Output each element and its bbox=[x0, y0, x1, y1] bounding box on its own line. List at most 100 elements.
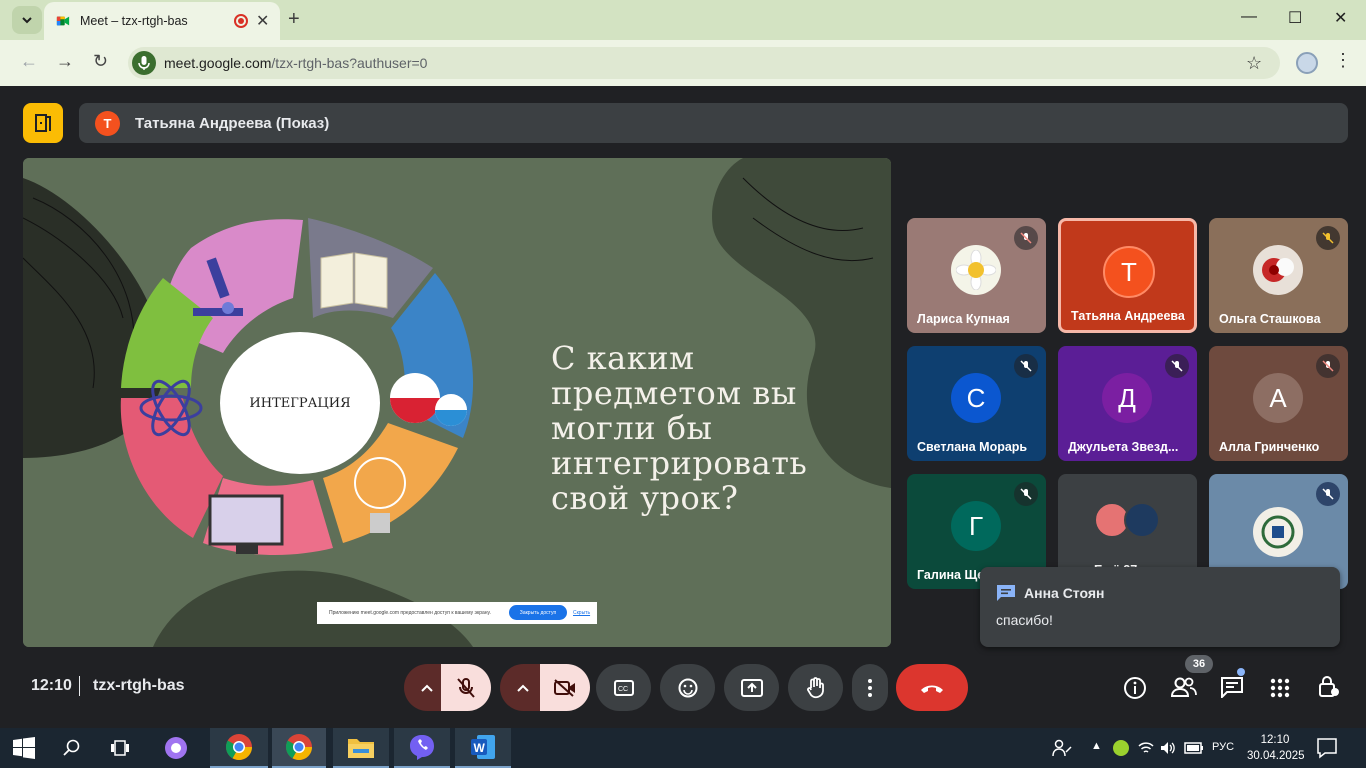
forward-arrow-icon[interactable]: → bbox=[56, 51, 74, 72]
reload-icon[interactable]: ↻ bbox=[93, 51, 108, 72]
share-banner-text: Приложению meet.google.com предоставлен … bbox=[329, 610, 491, 616]
people-icon bbox=[1170, 677, 1197, 697]
participant-tile-active[interactable]: Т Татьяна Андреева bbox=[1058, 218, 1197, 333]
muted-mic-icon bbox=[1165, 354, 1189, 378]
taskbar-app-chrome-active[interactable] bbox=[272, 728, 326, 768]
divider bbox=[79, 676, 80, 696]
chat-notification[interactable]: Анна Стоян спасибо! bbox=[980, 567, 1340, 647]
participant-name: Татьяна Андреева bbox=[1071, 309, 1185, 323]
notification-center-icon[interactable] bbox=[1316, 737, 1338, 764]
clock-date: 30.04.2025 bbox=[1247, 750, 1305, 762]
muted-mic-icon bbox=[1316, 354, 1340, 378]
back-arrow-icon[interactable]: ← bbox=[20, 51, 38, 72]
chevron-down-icon bbox=[22, 17, 32, 24]
window-close-icon[interactable]: ✕ bbox=[1334, 8, 1347, 28]
task-view-button[interactable] bbox=[96, 728, 144, 768]
url-text: meet.google.com/tzx-rtgh-bas?authuser=0 bbox=[164, 55, 428, 71]
taskbar-app-file-explorer[interactable] bbox=[333, 728, 389, 768]
muted-mic-icon bbox=[1014, 354, 1038, 378]
closed-captions-icon: CC bbox=[613, 679, 634, 696]
volume-icon[interactable] bbox=[1160, 740, 1176, 761]
people-tray-icon[interactable] bbox=[1052, 738, 1072, 763]
captions-button[interactable]: CC bbox=[596, 664, 651, 711]
activities-button[interactable] bbox=[1270, 678, 1290, 703]
muted-mic-icon bbox=[1316, 482, 1340, 506]
tray-overflow-icon[interactable]: ▲ bbox=[1091, 740, 1102, 752]
chrome-menu-icon[interactable]: ⋮ bbox=[1334, 50, 1352, 71]
info-icon bbox=[1124, 677, 1146, 699]
hide-banner-link[interactable]: Скрыть bbox=[573, 610, 590, 616]
tab-title: Meet – tzx-rtgh-bas bbox=[80, 14, 188, 28]
more-options-button[interactable] bbox=[852, 664, 888, 711]
start-button[interactable] bbox=[0, 728, 48, 768]
meet-companion-button[interactable] bbox=[23, 103, 63, 143]
participant-tile[interactable]: Д Джульета Звезд... bbox=[1058, 346, 1197, 461]
wifi-icon[interactable] bbox=[1138, 740, 1154, 761]
taskbar-app-chrome[interactable] bbox=[210, 728, 268, 768]
participant-name: Светлана Морарь bbox=[917, 440, 1028, 454]
door-icon bbox=[35, 114, 51, 132]
participant-avatar: Т bbox=[1103, 246, 1155, 298]
slide-question: С каким предметом вы могли бы интегриров… bbox=[551, 339, 808, 517]
participant-tile[interactable]: Лариса Купная bbox=[907, 218, 1046, 333]
profile-avatar[interactable] bbox=[1296, 52, 1318, 74]
search-icon bbox=[63, 739, 80, 756]
participant-avatar: А bbox=[1253, 373, 1303, 423]
tab-close-icon[interactable]: ✕ bbox=[256, 11, 269, 31]
battery-icon[interactable] bbox=[1184, 741, 1204, 760]
participant-name: Алла Гринченко bbox=[1219, 440, 1320, 454]
task-view-icon bbox=[111, 740, 129, 756]
present-screen-button[interactable] bbox=[724, 664, 779, 711]
tray-app-icon[interactable] bbox=[1113, 740, 1129, 756]
new-tab-button[interactable]: + bbox=[288, 8, 300, 31]
emoji-icon bbox=[678, 678, 697, 697]
participant-name: Лариса Купная bbox=[917, 312, 1010, 326]
svg-text:W: W bbox=[474, 741, 486, 755]
stop-sharing-button[interactable]: Закрыть доступ bbox=[509, 605, 567, 620]
participant-tile[interactable]: С Светлана Морарь bbox=[907, 346, 1046, 461]
participants-count-badge: 36 bbox=[1185, 655, 1213, 673]
browser-toolbar: ← → ↻ meet.google.com/tzx-rtgh-bas?authu… bbox=[0, 40, 1366, 86]
unread-dot bbox=[1237, 668, 1245, 676]
emblem-photo-icon bbox=[1253, 507, 1303, 557]
present-icon bbox=[740, 678, 763, 697]
chat-message: спасибо! bbox=[996, 612, 1053, 628]
camera-toggle[interactable] bbox=[540, 664, 590, 711]
meet-favicon-icon bbox=[56, 16, 70, 26]
bookmark-star-icon[interactable]: ☆ bbox=[1246, 53, 1262, 74]
tab-search-button[interactable] bbox=[12, 6, 42, 34]
participant-tile[interactable]: А Алла Гринченко bbox=[1209, 346, 1348, 461]
leave-call-button[interactable] bbox=[896, 664, 968, 711]
participant-tile[interactable]: Ольга Сташкова bbox=[1209, 218, 1348, 333]
browser-tab-meet[interactable]: Meet – tzx-rtgh-bas ✕ bbox=[44, 2, 280, 40]
people-button[interactable] bbox=[1170, 676, 1197, 703]
taskbar-app-viber[interactable] bbox=[394, 728, 450, 768]
viber-icon bbox=[410, 735, 434, 760]
mic-off-icon bbox=[457, 677, 475, 698]
address-bar[interactable]: meet.google.com/tzx-rtgh-bas?authuser=0 … bbox=[128, 47, 1280, 79]
taskbar-app-word[interactable]: W bbox=[455, 728, 511, 768]
svg-text:CC: CC bbox=[618, 686, 628, 693]
host-controls-button[interactable] bbox=[1318, 675, 1340, 704]
hand-icon bbox=[806, 676, 824, 698]
presenter-label: Татьяна Андреева (Показ) bbox=[135, 115, 330, 132]
meeting-clock: 12:10 bbox=[31, 677, 72, 694]
video-options-button[interactable] bbox=[500, 664, 545, 711]
alice-assistant-icon bbox=[165, 737, 187, 759]
system-clock[interactable]: 12:10 30.04.2025 bbox=[1247, 732, 1305, 764]
minimize-icon[interactable]: — bbox=[1241, 8, 1257, 26]
search-button[interactable] bbox=[48, 728, 96, 768]
chat-button[interactable] bbox=[1220, 668, 1245, 703]
microphone-in-use-icon[interactable] bbox=[132, 51, 156, 75]
maximize-icon[interactable]: ☐ bbox=[1288, 8, 1302, 28]
input-language[interactable]: РУС bbox=[1212, 741, 1234, 753]
daisy-photo-icon bbox=[951, 245, 1001, 295]
taskbar-app-alice[interactable] bbox=[152, 728, 200, 768]
meeting-details-button[interactable] bbox=[1123, 676, 1147, 705]
microphone-toggle[interactable] bbox=[441, 664, 491, 711]
meeting-code: tzx-rtgh-bas bbox=[93, 677, 185, 694]
reactions-button[interactable] bbox=[660, 664, 715, 711]
vertical-dots-icon bbox=[868, 678, 872, 697]
raise-hand-button[interactable] bbox=[788, 664, 843, 711]
presenter-bar: Т Татьяна Андреева (Показ) bbox=[79, 103, 1348, 143]
